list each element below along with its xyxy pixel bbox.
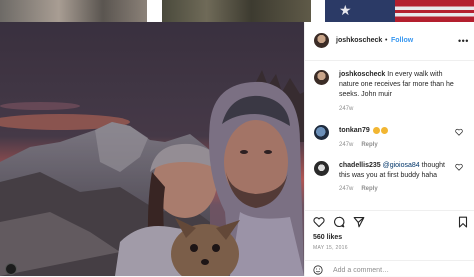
- share-icon[interactable]: [353, 216, 365, 228]
- add-comment-input[interactable]: Add a comment…: [333, 267, 389, 274]
- post-thumbnail[interactable]: [162, 0, 311, 22]
- comment-age: 247w: [339, 142, 354, 148]
- comment-icon[interactable]: [333, 216, 345, 228]
- reply-button[interactable]: Reply: [361, 186, 377, 192]
- owner-username[interactable]: joshkoscheck: [336, 37, 382, 44]
- thumbs-up-icon: [380, 126, 388, 134]
- user-tag-icon[interactable]: [5, 263, 17, 275]
- add-comment-bar: Add a comment…: [305, 260, 474, 277]
- bookmark-icon[interactable]: [457, 216, 469, 228]
- ellipsis-icon[interactable]: •••: [458, 36, 469, 46]
- comment-meta: 247w Reply: [339, 142, 378, 148]
- follow-button[interactable]: Follow: [391, 37, 413, 44]
- post-details-panel: joshkoscheck • Follow ••• joshkoscheck I…: [304, 22, 474, 276]
- avatar[interactable]: [314, 70, 329, 85]
- comment-username[interactable]: tonkan79: [339, 127, 370, 134]
- post-thumbnail[interactable]: ★: [325, 0, 474, 22]
- comment-age: 247w: [339, 186, 354, 192]
- like-comment-heart-icon[interactable]: [455, 163, 463, 171]
- comment-meta: 247w Reply: [339, 186, 378, 192]
- heart-icon[interactable]: [313, 216, 325, 228]
- post-photo[interactable]: [0, 22, 304, 276]
- photo-image: [0, 22, 304, 276]
- avatar[interactable]: [314, 161, 329, 176]
- caption-age: 247w: [339, 106, 354, 112]
- emoji-icon[interactable]: [313, 265, 323, 275]
- thumbs-up-icon: [372, 126, 380, 134]
- comment-mention[interactable]: @gioiosa84: [383, 162, 420, 169]
- like-comment-heart-icon[interactable]: [455, 128, 463, 136]
- thumbnail-strip: ★: [0, 0, 474, 22]
- action-bar: [305, 210, 474, 231]
- comment: tonkan79: [339, 126, 455, 136]
- comment-username[interactable]: chadellis235: [339, 162, 381, 169]
- post-thumbnail[interactable]: [0, 0, 147, 22]
- post-header: joshkoscheck • Follow •••: [305, 22, 474, 61]
- comment: chadellis235 @gioiosa84 thought this was…: [339, 161, 455, 181]
- separator-dot: •: [385, 37, 388, 44]
- avatar[interactable]: [314, 33, 329, 48]
- star-icon: ★: [339, 2, 352, 18]
- like-count[interactable]: 560 likes: [313, 234, 342, 241]
- post-caption: joshkoscheck In every walk with nature o…: [339, 70, 463, 100]
- avatar[interactable]: [314, 125, 329, 140]
- caption-username[interactable]: joshkoscheck: [339, 71, 385, 78]
- post-date: MAY 15, 2016: [313, 245, 348, 251]
- reply-button[interactable]: Reply: [361, 142, 377, 148]
